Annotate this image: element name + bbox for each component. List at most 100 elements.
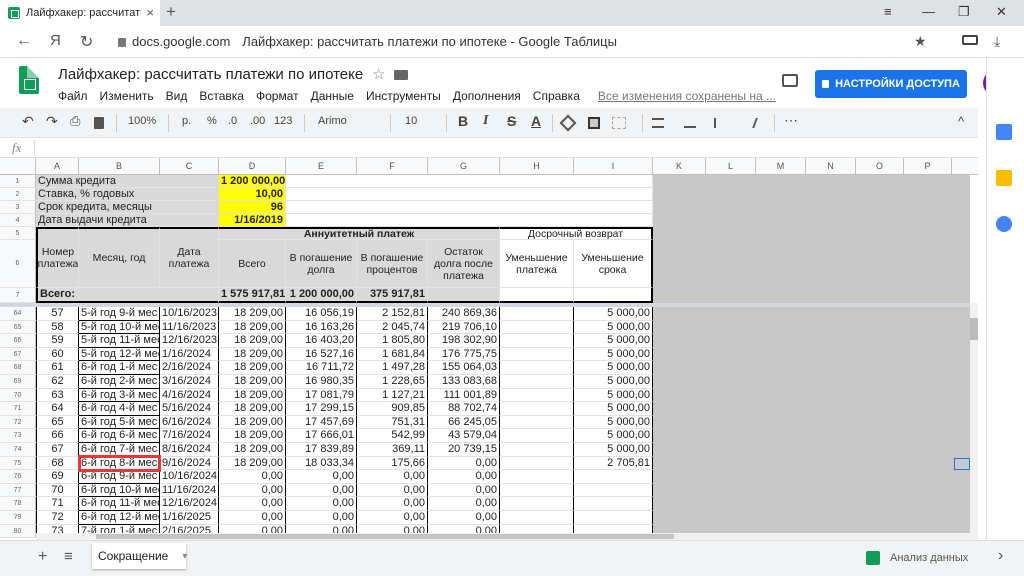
cell-reduce-term[interactable]: 5 000,00 [574,429,653,443]
row-header[interactable]: 73 [0,429,36,443]
cell-balance[interactable]: 0,00 [428,470,500,484]
cell-principal[interactable]: 16 527,16 [286,348,357,361]
header-month[interactable]: Месяц, год [79,227,160,288]
select-all-corner[interactable] [0,158,36,175]
totals-interest[interactable]: 375 917,81 [357,288,428,303]
horizontal-scroll-thumb[interactable] [96,534,674,539]
add-sheet-icon[interactable]: + [38,548,47,566]
borders-icon[interactable] [588,117,600,129]
cell-payment-number[interactable]: 66 [36,429,79,443]
increase-decimals-button[interactable]: .00 [250,115,265,127]
cell-month[interactable]: 6-й год 4-й мес [79,402,160,416]
header-payment-number[interactable]: Номер платежа [36,227,79,288]
row-header[interactable]: 78 [0,497,36,511]
column-header-h[interactable]: H [500,158,574,175]
cell-total[interactable]: 0,00 [219,511,286,525]
cell-reduce-payment[interactable] [500,348,574,361]
header-total[interactable]: Всего [219,240,286,288]
cell-interest[interactable]: 1 127,21 [357,389,428,402]
cell-reduce-payment[interactable] [500,484,574,497]
cell-reduce-term[interactable]: 5 000,00 [574,402,653,416]
cell-date[interactable]: 6/16/2024 [160,416,219,429]
text-color-button[interactable]: A [531,113,541,129]
param-value[interactable]: 1 200 000,00 [219,175,286,188]
cell-balance[interactable]: 240 869,36 [428,307,500,321]
cell-reduce-payment[interactable] [500,497,574,511]
cell-reduce-term[interactable]: 2 705,81 [574,457,653,470]
row-header[interactable]: 79 [0,511,36,525]
cell-balance[interactable]: 155 064,03 [428,361,500,375]
tab-close-icon[interactable]: × [146,5,154,20]
cell-balance[interactable]: 88 702,74 [428,402,500,416]
keep-icon[interactable] [996,170,1012,186]
cell-balance[interactable]: 0,00 [428,497,500,511]
cell-reduce-payment[interactable] [500,457,574,470]
italic-button[interactable]: I [483,113,488,129]
row-header[interactable]: 77 [0,484,36,497]
cell-total[interactable]: 18 209,00 [219,416,286,429]
cell-month[interactable]: 6-й год 10-й мес [79,484,160,497]
row-header[interactable]: 75 [0,457,36,470]
cell-date[interactable]: 5/16/2024 [160,402,219,416]
cell-reduce-term[interactable]: 5 000,00 [574,307,653,321]
cell-date[interactable]: 12/16/2024 [160,497,219,511]
cell-interest[interactable]: 0,00 [357,511,428,525]
yandex-icon[interactable]: Я [50,32,61,49]
browser-tab[interactable]: Лайфхакер: рассчитать × [0,0,160,26]
menu-view[interactable]: Вид [166,89,188,103]
header-annuity[interactable]: Аннуитетный платеж [219,227,500,240]
column-header-p[interactable]: P [904,158,952,175]
row-header[interactable]: 76 [0,470,36,484]
cell-date[interactable]: 4/16/2024 [160,389,219,402]
cell-balance[interactable]: 219 706,10 [428,321,500,334]
strikethrough-button[interactable]: S [507,113,516,129]
totals-principal[interactable]: 1 200 000,00 [286,288,357,303]
cell-date[interactable]: 9/16/2024 [160,457,219,470]
header-reduce-payment[interactable]: Уменьшение платежа [500,240,574,288]
sheet-tab[interactable]: Сокращение ▾ [92,543,187,569]
row-header[interactable]: 71 [0,402,36,416]
cell-date[interactable]: 12/16/2023 [160,334,219,348]
totals-label[interactable]: Всего: [36,288,219,303]
column-header-i[interactable]: I [574,158,653,175]
decrease-decimals-button[interactable]: .0 [228,115,237,127]
align-horizontal-icon[interactable] [652,118,664,128]
download-icon[interactable]: ⤓ [994,33,1000,50]
vertical-scroll-thumb[interactable] [970,318,978,340]
cell-month[interactable]: 6-й год 3-й мес [79,389,160,402]
cell-payment-number[interactable]: 71 [36,497,79,511]
cell-payment-number[interactable]: 64 [36,402,79,416]
print-icon[interactable]: ⎙ [70,113,80,129]
cell-balance[interactable]: 66 245,05 [428,416,500,429]
font-select[interactable]: Arimo [318,115,347,127]
cell-interest[interactable]: 0,00 [357,484,428,497]
cell-principal[interactable]: 17 839,89 [286,443,357,457]
totals-reduce-term[interactable] [574,288,653,303]
cell-balance[interactable]: 0,00 [428,511,500,525]
zoom-select[interactable]: 100% [128,115,156,127]
cell-total[interactable]: 18 209,00 [219,443,286,457]
browser-menu-icon[interactable]: ≡ [884,4,892,19]
cell-date[interactable]: 10/16/2023 [160,307,219,321]
row-header[interactable]: 6 [0,240,36,288]
cell-reduce-payment[interactable] [500,416,574,429]
param-value[interactable]: 1/16/2019 [219,214,286,227]
cell-total[interactable]: 18 209,00 [219,334,286,348]
cell-total[interactable]: 18 209,00 [219,429,286,443]
calendar-icon[interactable] [996,124,1012,140]
cell-payment-number[interactable]: 70 [36,484,79,497]
row-header[interactable]: 70 [0,389,36,402]
row-header[interactable]: 65 [0,321,36,334]
empty-cell[interactable] [286,175,653,188]
back-icon[interactable]: ← [16,32,32,50]
cell-reduce-term[interactable]: 5 000,00 [574,334,653,348]
menu-addons[interactable]: Дополнения [453,89,521,103]
cell-reduce-term[interactable] [574,470,653,484]
cell-reduce-term[interactable] [574,484,653,497]
cell-reduce-term[interactable]: 5 000,00 [574,389,653,402]
close-window-icon[interactable]: ✕ [996,4,1007,20]
cell-payment-number[interactable]: 68 [36,457,79,470]
cell-reduce-term[interactable]: 5 000,00 [574,361,653,375]
cell-balance[interactable]: 198 302,90 [428,334,500,348]
text-wrap-icon[interactable] [714,118,726,128]
